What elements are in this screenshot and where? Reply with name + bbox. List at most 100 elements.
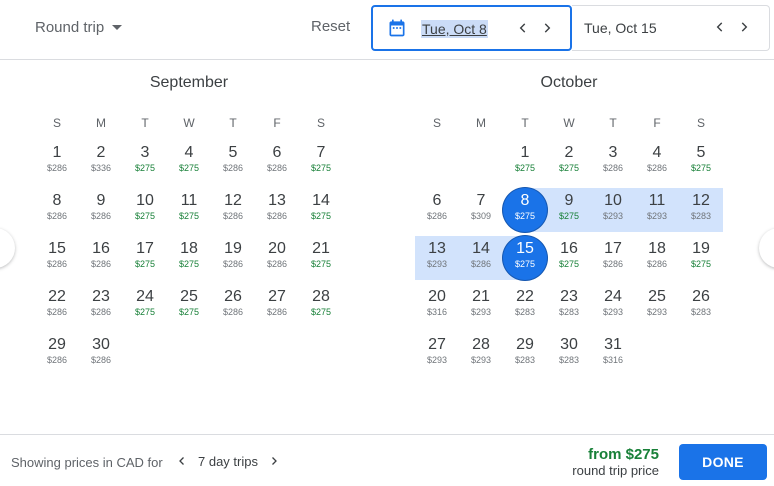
date-cell[interactable]: 24 $293 [591, 284, 635, 328]
date-cell[interactable]: 7 $309 [459, 188, 503, 232]
trip-length-prev-button[interactable] [172, 451, 192, 471]
date-cell[interactable]: 9 $275 [547, 188, 591, 232]
date-price: $286 [266, 259, 288, 269]
date-cell[interactable]: 24 $275 [123, 284, 167, 328]
date-cell[interactable]: 16 $286 [79, 236, 123, 280]
date-number: 18 [648, 240, 666, 257]
date-cell[interactable]: 21 $293 [459, 284, 503, 328]
return-prev-button[interactable] [710, 17, 730, 37]
date-cell[interactable]: 14 $275 [299, 188, 343, 232]
date-cell[interactable]: 7 $275 [299, 140, 343, 184]
date-number: 21 [312, 240, 330, 257]
date-cell[interactable]: 9 $286 [79, 188, 123, 232]
date-cell[interactable]: 30 $283 [547, 332, 591, 376]
date-cell[interactable]: 26 $286 [211, 284, 255, 328]
date-cell[interactable]: 20 $286 [255, 236, 299, 280]
date-cell[interactable]: 23 $286 [79, 284, 123, 328]
date-cell[interactable]: 18 $275 [167, 236, 211, 280]
from-price-caption: round trip price [572, 463, 659, 478]
chevron-left-icon [179, 457, 184, 465]
date-cell[interactable]: 26 $283 [679, 284, 723, 328]
date-number: 6 [272, 144, 282, 161]
date-cell[interactable]: 4 $275 [167, 140, 211, 184]
return-next-button[interactable] [734, 17, 754, 37]
date-cell[interactable]: 6 $286 [415, 188, 459, 232]
date-cell[interactable]: 12 $286 [211, 188, 255, 232]
date-cell[interactable]: 5 $275 [679, 140, 723, 184]
date-price: $286 [426, 211, 448, 221]
date-cell[interactable]: 21 $275 [299, 236, 343, 280]
reset-button[interactable]: Reset [311, 18, 350, 35]
date-cell[interactable]: 25 $293 [635, 284, 679, 328]
date-cell[interactable]: 3 $286 [591, 140, 635, 184]
date-cell[interactable]: 2 $275 [547, 140, 591, 184]
date-number: 19 [224, 240, 242, 257]
date-cell[interactable]: 27 $293 [415, 332, 459, 376]
departure-date-field[interactable]: Tue, Oct 8 [371, 5, 572, 51]
date-number: 8 [520, 192, 530, 209]
date-cell[interactable]: 2 $336 [79, 140, 123, 184]
date-cell[interactable]: 31 $316 [591, 332, 635, 376]
date-cell[interactable]: 27 $286 [255, 284, 299, 328]
date-price: $286 [46, 163, 68, 173]
date-cell[interactable]: 28 $275 [299, 284, 343, 328]
date-cell[interactable]: 10 $293 [591, 188, 635, 232]
date-cell[interactable]: 25 $275 [167, 284, 211, 328]
date-number: 7 [476, 192, 486, 209]
date-cell[interactable]: 22 $283 [503, 284, 547, 328]
date-cell[interactable]: 5 $286 [211, 140, 255, 184]
date-cell[interactable]: 28 $293 [459, 332, 503, 376]
done-button[interactable]: DONE [679, 444, 767, 480]
date-number: 25 [180, 288, 198, 305]
date-cell[interactable]: 18 $286 [635, 236, 679, 280]
date-cell[interactable]: 4 $286 [635, 140, 679, 184]
date-price: $275 [134, 307, 156, 317]
date-cell[interactable]: 19 $275 [679, 236, 723, 280]
date-number: 17 [136, 240, 154, 257]
date-price: $275 [310, 259, 332, 269]
date-cell[interactable]: 13 $293 [415, 236, 459, 280]
date-cell[interactable]: 6 $286 [255, 140, 299, 184]
date-cell[interactable]: 29 $286 [35, 332, 79, 376]
date-cell[interactable]: 11 $275 [167, 188, 211, 232]
departure-next-button[interactable] [537, 18, 557, 38]
chevron-right-icon [741, 22, 748, 32]
date-cell[interactable]: 19 $286 [211, 236, 255, 280]
trip-length-next-button[interactable] [264, 451, 284, 471]
date-price: $275 [690, 163, 712, 173]
selected-date-cell[interactable]: 8 $275 [503, 188, 547, 232]
next-month-button[interactable] [759, 228, 774, 268]
date-cell[interactable]: 3 $275 [123, 140, 167, 184]
date-number: 7 [316, 144, 326, 161]
date-cell[interactable]: 30 $286 [79, 332, 123, 376]
date-price: $293 [426, 355, 448, 365]
date-number: 15 [48, 240, 66, 257]
date-cell[interactable]: 10 $275 [123, 188, 167, 232]
date-cell[interactable]: 20 $316 [415, 284, 459, 328]
date-number: 24 [604, 288, 622, 305]
date-cell[interactable]: 17 $286 [591, 236, 635, 280]
date-price: $286 [90, 211, 112, 221]
date-cell[interactable]: 13 $286 [255, 188, 299, 232]
weekday-label: T [229, 116, 237, 130]
date-number: 4 [652, 144, 662, 161]
trip-type-dropdown[interactable]: Round trip [35, 19, 123, 36]
date-cell[interactable]: 11 $293 [635, 188, 679, 232]
date-cell[interactable]: 1 $286 [35, 140, 79, 184]
date-cell[interactable]: 12 $283 [679, 188, 723, 232]
selected-date-cell[interactable]: 15 $275 [503, 236, 547, 280]
date-cell[interactable]: 22 $286 [35, 284, 79, 328]
weekday-label: T [141, 116, 149, 130]
return-date-field[interactable]: Tue, Oct 15 [572, 5, 770, 51]
date-cell[interactable]: 8 $286 [35, 188, 79, 232]
date-cell[interactable]: 23 $283 [547, 284, 591, 328]
date-cell[interactable]: 1 $275 [503, 140, 547, 184]
date-cell[interactable]: 29 $283 [503, 332, 547, 376]
date-cell[interactable]: 15 $286 [35, 236, 79, 280]
date-cell[interactable]: 17 $275 [123, 236, 167, 280]
date-number: 13 [268, 192, 286, 209]
date-cell[interactable]: 16 $275 [547, 236, 591, 280]
departure-prev-button[interactable] [513, 18, 533, 38]
date-cell[interactable]: 14 $286 [459, 236, 503, 280]
previous-month-button[interactable] [0, 228, 15, 268]
